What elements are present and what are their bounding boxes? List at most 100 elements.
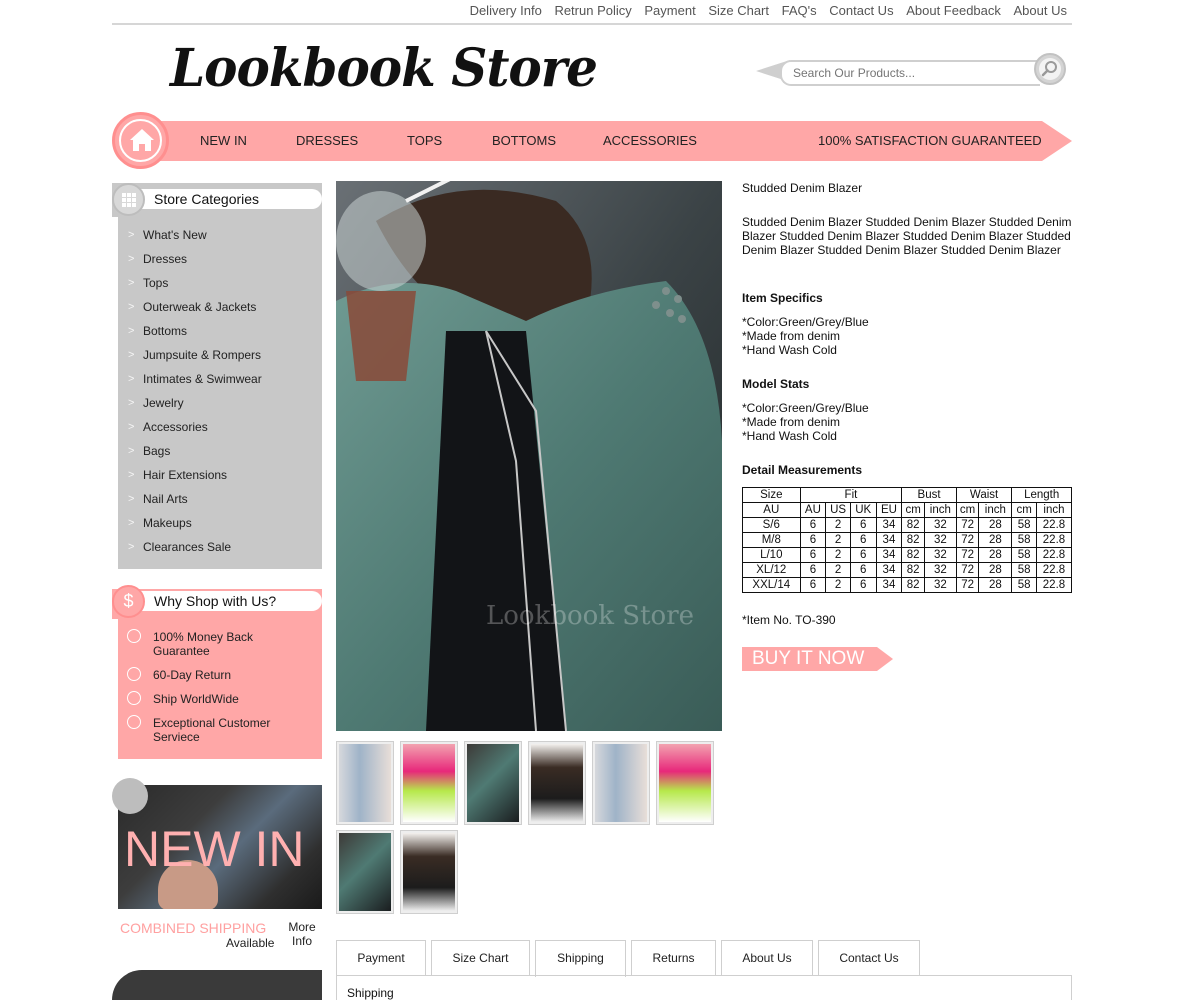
- store-categories-title: Store Categories: [154, 191, 260, 207]
- chevron-right-icon: >: [128, 373, 135, 385]
- table-header: Waist: [955, 487, 1013, 503]
- table-cell: 72: [955, 547, 980, 563]
- table-cell: S/6: [742, 517, 801, 533]
- top-link-about-us[interactable]: About Us: [1014, 3, 1067, 18]
- tab-payment[interactable]: Payment: [336, 940, 426, 976]
- thumbnail-6[interactable]: [656, 741, 714, 825]
- nav-item-accessories[interactable]: ACCESSORIES: [603, 133, 697, 148]
- model-stat-line: *Made from denim: [742, 415, 841, 429]
- sidebar-bottom-banner[interactable]: [112, 970, 322, 1000]
- sidebar-category-item[interactable]: Outerweak & Jackets: [143, 300, 256, 314]
- sidebar-category-item[interactable]: Nail Arts: [143, 492, 188, 506]
- top-links-bar: Delivery Info Retrun Policy Payment Size…: [112, 0, 1072, 25]
- home-button[interactable]: [112, 112, 169, 169]
- sidebar-category-item[interactable]: Accessories: [143, 420, 208, 434]
- top-link-about-feedback[interactable]: About Feedback: [906, 3, 1001, 18]
- top-link-contact-us[interactable]: Contact Us: [829, 3, 893, 18]
- table-cell: 72: [955, 562, 980, 578]
- thumbnail-8[interactable]: [400, 830, 458, 914]
- table-cell: 34: [875, 562, 903, 578]
- thumbnail-4[interactable]: [528, 741, 586, 825]
- tab-size-chart[interactable]: Size Chart: [431, 940, 530, 976]
- buy-button-arrow-tip: [877, 647, 893, 671]
- why-shop-title: Why Shop with Us?: [154, 593, 277, 609]
- model-stat-line: *Color:Green/Grey/Blue: [742, 401, 869, 415]
- tab-panel: Shipping: [336, 975, 1072, 1000]
- why-item-return: 60-Day Return: [153, 668, 232, 682]
- table-subheader-row: AU AU US UK EU cm inch cm inch cm inch: [742, 502, 1073, 518]
- top-link-delivery-info[interactable]: Delivery Info: [470, 3, 542, 18]
- nav-bar-arrow-tip: [1042, 121, 1072, 161]
- table-cell: 6: [849, 532, 877, 548]
- table-row: L/10 6 2 6 34 82 32 72 28 58 22.8: [742, 547, 1073, 563]
- tab-contact-us[interactable]: Contact Us: [818, 940, 920, 976]
- nav-item-bottoms[interactable]: BOTTOMS: [492, 133, 556, 148]
- thumbnail-5[interactable]: [592, 741, 650, 825]
- top-link-payment[interactable]: Payment: [644, 3, 695, 18]
- new-in-banner-text: NEW IN: [124, 821, 305, 877]
- more-info-link[interactable]: More Info: [288, 920, 316, 948]
- thumbnail-2[interactable]: [400, 741, 458, 825]
- table-cell: 34: [875, 517, 903, 533]
- sidebar-category-item[interactable]: Bags: [143, 444, 170, 458]
- combined-shipping-available: Available: [226, 936, 275, 950]
- table-cell: 22.8: [1035, 547, 1073, 563]
- table-cell: 22.8: [1035, 532, 1073, 548]
- sidebar-category-item[interactable]: What's New: [143, 228, 207, 242]
- sidebar-category-item[interactable]: Jumpsuite & Rompers: [143, 348, 261, 362]
- table-row: S/6 6 2 6 34 82 32 72 28 58 22.8: [742, 517, 1073, 533]
- top-link-size-chart[interactable]: Size Chart: [708, 3, 769, 18]
- table-cell: 2: [825, 577, 851, 593]
- nav-item-new-in[interactable]: NEW IN: [200, 133, 247, 148]
- item-specific-line: *Made from denim: [742, 329, 841, 343]
- sidebar-category-item[interactable]: Jewelry: [143, 396, 184, 410]
- sidebar-category-item[interactable]: Tops: [143, 276, 168, 290]
- table-subheader: inch: [923, 502, 957, 518]
- table-subheader: US: [825, 502, 851, 518]
- item-specific-line: *Color:Green/Grey/Blue: [742, 315, 869, 329]
- top-links: Delivery Info Retrun Policy Payment Size…: [461, 3, 1067, 18]
- table-header: Bust: [901, 487, 957, 503]
- sidebar-category-item[interactable]: Makeups: [143, 516, 192, 530]
- table-cell: 6: [849, 562, 877, 578]
- nav-guarantee-text: 100% SATISFACTION GUARANTEED: [818, 133, 1042, 148]
- sidebar-category-item[interactable]: Hair Extensions: [143, 468, 227, 482]
- table-cell: 34: [875, 547, 903, 563]
- check-circle-icon: [127, 667, 141, 681]
- search-button[interactable]: [1034, 53, 1066, 85]
- tab-shipping[interactable]: Shipping: [535, 940, 626, 977]
- search-input[interactable]: [791, 65, 1035, 81]
- thumbnail-1[interactable]: [336, 741, 394, 825]
- product-description: Studded Denim Blazer Studded Denim Blaze…: [742, 215, 1072, 257]
- sidebar-category-item[interactable]: Dresses: [143, 252, 187, 266]
- nav-item-tops[interactable]: TOPS: [407, 133, 442, 148]
- chevron-right-icon: >: [128, 229, 135, 241]
- table-cell: M/8: [742, 532, 801, 548]
- thumbnail-3[interactable]: [464, 741, 522, 825]
- table-cell: 32: [923, 562, 957, 578]
- table-cell: 6: [849, 577, 877, 593]
- tab-returns[interactable]: Returns: [631, 940, 716, 976]
- table-cell: 28: [978, 577, 1013, 593]
- buy-it-now-button[interactable]: BUY IT NOW: [742, 647, 893, 671]
- thumbnail-7[interactable]: [336, 830, 394, 914]
- chevron-right-icon: >: [128, 253, 135, 265]
- main-product-image[interactable]: Lookbook Store: [336, 181, 722, 731]
- sidebar-category-item[interactable]: Intimates & Swimwear: [143, 372, 262, 386]
- top-link-return-policy[interactable]: Retrun Policy: [554, 3, 631, 18]
- table-subheader: inch: [1035, 502, 1073, 518]
- table-cell: 2: [825, 532, 851, 548]
- table-cell: 72: [955, 517, 980, 533]
- table-cell: 82: [901, 547, 925, 563]
- nav-item-dresses[interactable]: DRESSES: [296, 133, 358, 148]
- table-cell: 58: [1011, 577, 1037, 593]
- search-box: [780, 60, 1040, 86]
- why-shop-header: Why Shop with Us? $: [112, 585, 322, 619]
- tab-about-us[interactable]: About Us: [721, 940, 813, 976]
- sidebar-category-item[interactable]: Bottoms: [143, 324, 187, 338]
- table-row: XXL/14 6 2 6 34 82 32 72 28 58 22.8: [742, 577, 1073, 593]
- table-header-row: Size Fit Bust Waist Length: [742, 487, 1072, 503]
- sidebar-category-item[interactable]: Clearances Sale: [143, 540, 231, 554]
- top-link-faqs[interactable]: FAQ's: [782, 3, 817, 18]
- store-logo[interactable]: Lookbook Store: [170, 37, 598, 99]
